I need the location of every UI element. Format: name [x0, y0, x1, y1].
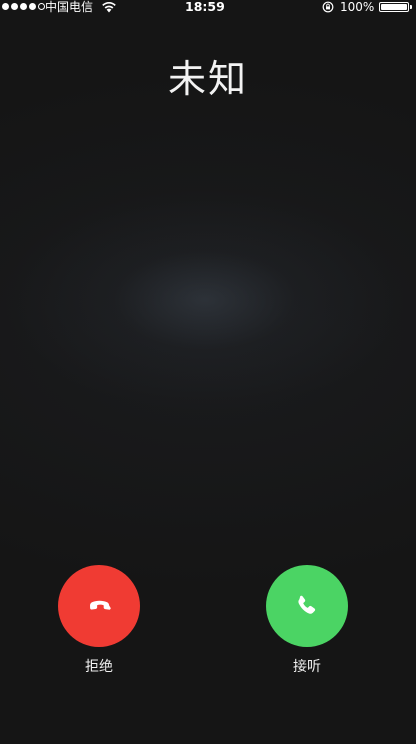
signal-dot-empty — [38, 3, 45, 10]
signal-dot — [2, 3, 9, 10]
signal-dot — [11, 3, 18, 10]
status-bar: 中国电信 18:59 100% — [0, 0, 416, 14]
battery-tip — [410, 5, 412, 9]
signal-strength-icon — [2, 3, 45, 10]
signal-dot — [20, 3, 27, 10]
wifi-icon — [102, 1, 116, 13]
status-time: 18:59 — [185, 0, 225, 14]
battery-fill — [381, 4, 407, 10]
battery-percent: 100% — [340, 0, 375, 14]
signal-dot — [29, 3, 36, 10]
phone-icon — [298, 595, 316, 614]
rotation-lock-icon — [322, 1, 334, 13]
incoming-call-screen: 中国电信 18:59 100% 未知 拒绝 接听 — [0, 0, 416, 744]
decline-label: 拒绝 — [85, 659, 113, 675]
accept-label: 接听 — [293, 659, 321, 675]
caller-name: 未知 — [167, 57, 248, 101]
battery-icon — [379, 2, 409, 12]
accept-button[interactable] — [266, 565, 348, 647]
decline-button[interactable] — [58, 565, 140, 647]
hang-up-icon — [90, 600, 111, 610]
carrier-name: 中国电信 — [45, 0, 94, 14]
